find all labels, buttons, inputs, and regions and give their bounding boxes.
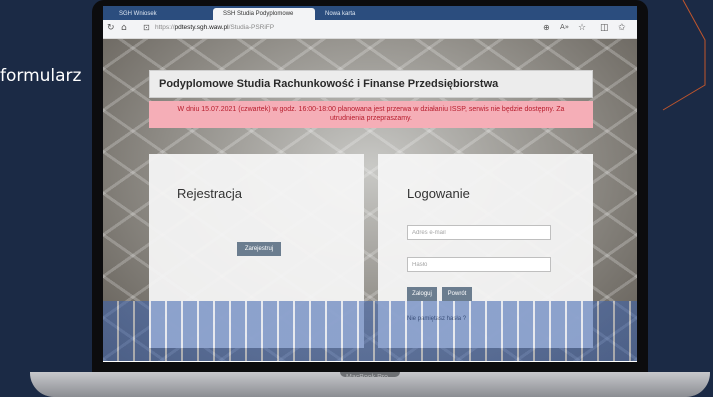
page-title: Podyplomowe Studia Rachunkowość i Finans… [149,70,593,98]
address-bar[interactable]: https://pdtesty.sgh.waw.pl/Studia-PSRiFP [155,24,274,31]
browser-tab[interactable]: Nowa karta [315,8,415,20]
registration-panel: Rejestracja Zarejestruj [149,154,364,348]
maintenance-alert: W dniu 15.07.2021 (czwartek) w godz. 16:… [149,101,593,128]
browser-window: SGH Wniosek SSH Studia Podyplomowe Nowa … [103,6,637,368]
home-icon[interactable]: ⌂ [121,23,127,33]
url-host: pdtesty.sgh.waw.pl [174,24,229,31]
favorite-icon[interactable]: ☆ [578,23,586,33]
register-button[interactable]: Zarejestruj [237,242,281,256]
browser-tab-active[interactable]: SSH Studia Podyplomowe [213,8,315,20]
browser-tab[interactable]: SGH Wniosek [109,8,209,20]
tab-strip: SGH Wniosek SSH Studia Podyplomowe Nowa … [103,6,637,20]
extensions-icon[interactable]: ✩ [618,23,626,33]
forgot-password-link[interactable]: Nie pamiętasz hasła ? [407,316,466,322]
back-button[interactable]: Powrót [442,287,472,301]
slide-caption: formularz [0,66,82,86]
login-title: Logowanie [407,186,470,201]
lock-icon: ⊡ [143,23,150,32]
registration-title: Rejestracja [177,186,243,201]
read-aloud-icon[interactable]: A» [560,23,569,31]
web-page: Podyplomowe Studia Rachunkowość i Finans… [103,39,637,361]
url-path: /Studia-PSRiFP [228,24,275,31]
email-field[interactable] [407,225,551,240]
back-icon[interactable]: ↻ [107,23,115,33]
zoom-icon[interactable]: ⊕ [543,23,550,32]
collections-icon[interactable]: ◫ [600,23,609,33]
password-field[interactable] [407,257,551,272]
browser-toolbar: ↻ ⌂ ⊡ https://pdtesty.sgh.waw.pl/Studia-… [103,20,637,39]
login-button[interactable]: Zaloguj [407,287,437,301]
device-brand-label: MacBook Pro [346,374,389,381]
login-panel: Logowanie Zaloguj Powrót Nie pamiętasz h… [378,154,593,348]
url-prefix: https:// [155,24,175,31]
